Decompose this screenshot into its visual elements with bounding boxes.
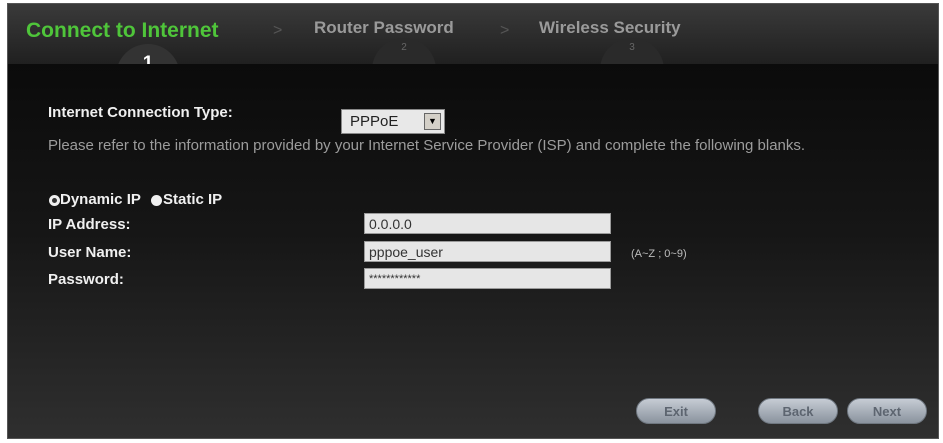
connection-type-label: Internet Connection Type:	[48, 104, 233, 121]
username-input[interactable]	[364, 241, 611, 262]
wizard-frame: 1 2 3 Connect to Internet > Router Passw…	[7, 3, 939, 439]
exit-button[interactable]: Exit	[636, 398, 716, 424]
chevron-down-icon[interactable]: ▼	[424, 113, 441, 130]
step-wireless-security: Wireless Security	[539, 18, 681, 37]
instruction-text: Please refer to the information provided…	[48, 137, 806, 154]
static-ip-label[interactable]: Static IP	[163, 191, 222, 208]
password-label: Password:	[48, 271, 124, 288]
dynamic-ip-label[interactable]: Dynamic IP	[60, 191, 141, 208]
step-3-number: 3	[629, 42, 635, 53]
password-input[interactable]	[364, 268, 611, 289]
username-hint: (A~Z ; 0~9)	[631, 248, 687, 260]
back-button[interactable]: Back	[758, 398, 838, 424]
step-connect-to-internet: Connect to Internet	[26, 19, 219, 42]
next-button[interactable]: Next	[847, 398, 927, 424]
username-label: User Name:	[48, 244, 132, 261]
step-2-number: 2	[401, 42, 407, 53]
step-separator: >	[500, 22, 510, 39]
ip-address-input[interactable]	[364, 213, 611, 234]
connection-type-value: PPPoE	[350, 113, 399, 130]
connection-type-select[interactable]: PPPoE ▼	[341, 109, 445, 134]
step-separator: >	[273, 22, 283, 39]
static-ip-radio[interactable]	[151, 195, 162, 206]
ip-address-label: IP Address:	[48, 216, 131, 233]
step-router-password: Router Password	[314, 18, 454, 37]
dynamic-ip-radio[interactable]	[49, 195, 60, 206]
